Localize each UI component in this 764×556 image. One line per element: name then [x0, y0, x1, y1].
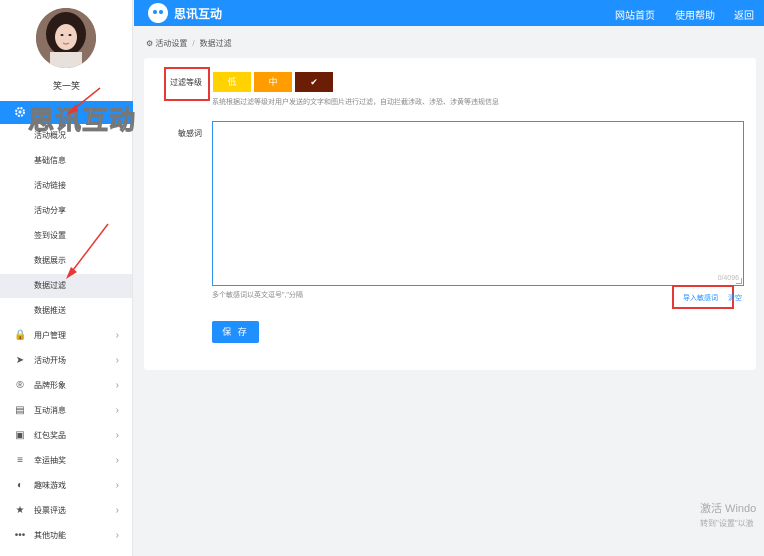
- separator-hint-text: 多个敏感词以英文逗号","分隔: [212, 292, 303, 299]
- sidebar-sub-item[interactable]: 数据过滤: [0, 274, 132, 298]
- sensitive-words-textarea[interactable]: 0/4096: [212, 121, 744, 286]
- watermark-text: 思讯互动: [27, 105, 137, 136]
- paper-plane-icon: ➤: [15, 355, 25, 366]
- sidebar-sub-item[interactable]: 基础信息: [0, 149, 132, 173]
- activate-windows-hint: 转到"设置"以激: [700, 519, 754, 528]
- sidebar-nav-item[interactable]: ★ 投票评选 ›: [0, 499, 132, 523]
- level-medium-button[interactable]: 中: [254, 72, 292, 92]
- nav-help-link[interactable]: 使用帮助: [675, 7, 715, 22]
- settings-icon: ⚙: [146, 39, 154, 48]
- resize-handle[interactable]: [736, 278, 742, 284]
- level-low-button[interactable]: 低: [213, 72, 251, 92]
- sidebar-nav-label: 互动消息: [34, 406, 66, 415]
- sidebar-nav-item[interactable]: ® 品牌形象 ›: [0, 374, 132, 398]
- lock-icon: 🔒: [14, 330, 27, 341]
- level-high-button[interactable]: ✔: [295, 72, 333, 92]
- chat-icon: ▤: [15, 405, 25, 416]
- clear-words-link[interactable]: 清空: [728, 293, 742, 303]
- chevron-right-icon: ›: [115, 480, 119, 491]
- chevron-right-icon: ›: [115, 330, 119, 341]
- import-words-link[interactable]: 导入敏感词: [683, 293, 718, 303]
- chevron-right-icon: ›: [115, 380, 119, 391]
- breadcrumb: ⚙ 活动设置 / 数据过滤: [146, 39, 232, 48]
- sidebar-nav-item[interactable]: 🔒 用户管理 ›: [0, 324, 132, 348]
- avatar[interactable]: [36, 8, 96, 68]
- sidebar-sub-item[interactable]: 活动链接: [0, 174, 132, 198]
- sidebar-nav-label: 投票评选: [34, 506, 66, 515]
- breadcrumb-current: 数据过滤: [199, 39, 232, 48]
- chevron-right-icon: ›: [115, 505, 119, 516]
- sidebar-nav-label: 其他功能: [34, 531, 66, 540]
- chevron-right-icon: ›: [115, 355, 119, 366]
- sidebar-nav-item[interactable]: ◐ 趣味游戏 ›: [0, 474, 132, 498]
- more-icon: •••: [14, 530, 26, 541]
- gear-icon: [14, 106, 26, 121]
- chevron-right-icon: ›: [115, 530, 119, 541]
- brand-logo-icon: [148, 3, 168, 23]
- sliders-icon: ≡: [17, 455, 23, 466]
- top-header: 思讯互动 网站首页 使用帮助 返回: [134, 0, 764, 26]
- sidebar: 笑一笑 活动概况 基础信息 活动链接 活动分享 签到设置 数据展示 数据过滤 数据推送 🔒 用户…: [0, 0, 133, 556]
- activate-windows-title: 激活 Windo: [700, 503, 757, 515]
- sidebar-nav-label: 红包奖品: [34, 431, 66, 440]
- breadcrumb-section[interactable]: 活动设置: [155, 39, 187, 48]
- sidebar-sub-item[interactable]: 签到设置: [0, 224, 132, 248]
- sidebar-sub-item[interactable]: 数据展示: [0, 249, 132, 273]
- chevron-right-icon: ›: [115, 405, 119, 416]
- sensitive-words-label: 敏感词: [178, 129, 202, 138]
- sidebar-nav-label: 活动开场: [34, 356, 66, 365]
- save-button[interactable]: 保 存: [212, 321, 259, 343]
- nav-home-link[interactable]: 网站首页: [615, 7, 655, 22]
- registered-icon: ®: [16, 380, 24, 391]
- chevron-right-icon: ›: [115, 455, 119, 466]
- brand-name: 思讯互动: [174, 7, 223, 21]
- sidebar-sub-item[interactable]: 活动分享: [0, 199, 132, 223]
- sidebar-nav-item[interactable]: ▤ 互动消息 ›: [0, 399, 132, 423]
- chevron-right-icon: ›: [115, 430, 119, 441]
- level-hint-text: 系统根据过滤等级对用户发送的文字和图片进行过滤，自动拦截涉政、涉恐、涉黄等违规信…: [212, 99, 499, 106]
- username: 笑一笑: [52, 81, 80, 91]
- filter-level-label: 过滤等级: [170, 78, 202, 87]
- sidebar-nav-item[interactable]: ≡ 幸运抽奖 ›: [0, 449, 132, 473]
- sidebar-nav-item[interactable]: ➤ 活动开场 ›: [0, 349, 132, 373]
- gamepad-icon: ◐: [16, 480, 24, 491]
- sidebar-nav-item[interactable]: ▣ 红包奖品 ›: [0, 424, 132, 448]
- nav-back-link[interactable]: 返回: [734, 7, 754, 22]
- sidebar-nav-item[interactable]: ••• 其他功能 ›: [0, 524, 132, 548]
- sidebar-sub-item[interactable]: 数据推送: [0, 299, 132, 323]
- sidebar-nav-label: 品牌形象: [34, 381, 66, 390]
- sidebar-nav-label: 趣味游戏: [34, 481, 66, 490]
- star-icon: ★: [15, 505, 25, 516]
- sidebar-nav-label: 幸运抽奖: [34, 456, 66, 465]
- sidebar-nav-label: 用户管理: [34, 331, 66, 340]
- gift-icon: ▣: [15, 430, 25, 441]
